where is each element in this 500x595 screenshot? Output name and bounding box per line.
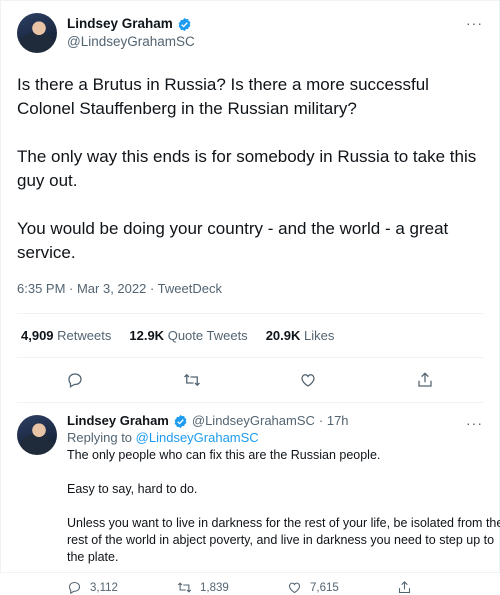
avatar[interactable] — [17, 13, 57, 53]
reply-text: The only people who can fix this are the… — [67, 447, 500, 566]
tweet-card: Lindsey Graham @LindseyGrahamSC ··· Is t… — [0, 0, 500, 595]
more-icon[interactable]: ··· — [466, 415, 483, 431]
tweet-header: Lindsey Graham @LindseyGrahamSC ··· — [17, 1, 483, 63]
author-block: Lindsey Graham @LindseyGrahamSC — [67, 13, 195, 51]
reply-author-name[interactable]: Lindsey Graham — [67, 413, 169, 429]
replying-to: Replying to @LindseyGrahamSC — [67, 429, 500, 446]
like-icon[interactable] — [299, 371, 317, 389]
reply-reply-action[interactable]: 3,112 — [67, 580, 177, 595]
replying-prefix: Replying to — [67, 430, 133, 445]
author-name[interactable]: Lindsey Graham — [67, 15, 173, 33]
retweets-count: 4,909 — [21, 328, 54, 343]
tweet-paragraph: You would be doing your country - and th… — [17, 219, 449, 262]
reply-time[interactable]: · 17h — [319, 413, 349, 429]
like-icon[interactable] — [287, 580, 302, 595]
author-handle[interactable]: @LindseyGrahamSC — [67, 33, 195, 51]
retweet-icon[interactable] — [177, 580, 192, 595]
reply-retweet-action[interactable]: 1,839 — [177, 580, 287, 595]
reply-paragraph: The only people who can fix this are the… — [67, 448, 381, 462]
reply-icon[interactable] — [66, 371, 84, 389]
likes-label: Likes — [304, 328, 335, 343]
verified-icon — [178, 17, 191, 31]
more-icon[interactable]: ··· — [466, 15, 483, 31]
tweet-paragraph: The only way this ends is for somebody i… — [17, 147, 477, 190]
share-icon[interactable] — [416, 371, 434, 389]
main-tweet: Lindsey Graham @LindseyGrahamSC ··· Is t… — [1, 1, 499, 403]
likes-stat[interactable]: 20.9K Likes — [266, 328, 335, 343]
replying-handle-link[interactable]: @LindseyGrahamSC — [136, 430, 259, 445]
reply-name-row: Lindsey Graham @LindseyGrahamSC · 17h — [67, 413, 500, 429]
tweet-timestamp[interactable]: 6:35 PM · Mar 3, 2022 · TweetDeck — [17, 281, 483, 299]
like-count: 7,615 — [310, 581, 339, 594]
retweets-stat[interactable]: 4,909 Retweets — [21, 328, 111, 343]
reply-like-action[interactable]: 7,615 — [287, 580, 397, 595]
quotes-count: 12.9K — [129, 328, 165, 343]
reply-actions: 3,112 1,839 7,615 — [67, 580, 500, 595]
reply-paragraph: Unless you want to live in darkness for … — [67, 516, 500, 564]
retweets-label: Retweets — [57, 328, 112, 343]
tweet-paragraph: Is there a Brutus in Russia? Is there a … — [17, 75, 429, 118]
verified-icon — [174, 414, 187, 428]
reply-count: 3,112 — [90, 581, 118, 594]
share-icon[interactable] — [397, 580, 412, 595]
quotes-stat[interactable]: 12.9K Quote Tweets — [129, 328, 247, 343]
retweet-count: 1,839 — [200, 581, 229, 594]
reply-body: Lindsey Graham @LindseyGrahamSC · 17h Re… — [67, 413, 500, 595]
reply-tweet[interactable]: Lindsey Graham @LindseyGrahamSC · 17h Re… — [1, 403, 500, 595]
name-row: Lindsey Graham — [67, 15, 195, 33]
tweet-stats: 4,909 Retweets 12.9K Quote Tweets 20.9K … — [17, 314, 483, 357]
reply-author-handle[interactable]: @LindseyGrahamSC — [192, 413, 315, 429]
retweet-icon[interactable] — [183, 371, 201, 389]
reply-icon[interactable] — [67, 580, 82, 595]
reply-paragraph: Easy to say, hard to do. — [67, 482, 198, 496]
reply-avatar[interactable] — [17, 415, 57, 455]
tweet-actions — [17, 358, 483, 402]
quotes-label: Quote Tweets — [167, 328, 248, 343]
tweet-text: Is there a Brutus in Russia? Is there a … — [17, 73, 483, 265]
likes-count: 20.9K — [265, 328, 301, 343]
reply-share-action[interactable] — [397, 580, 500, 595]
